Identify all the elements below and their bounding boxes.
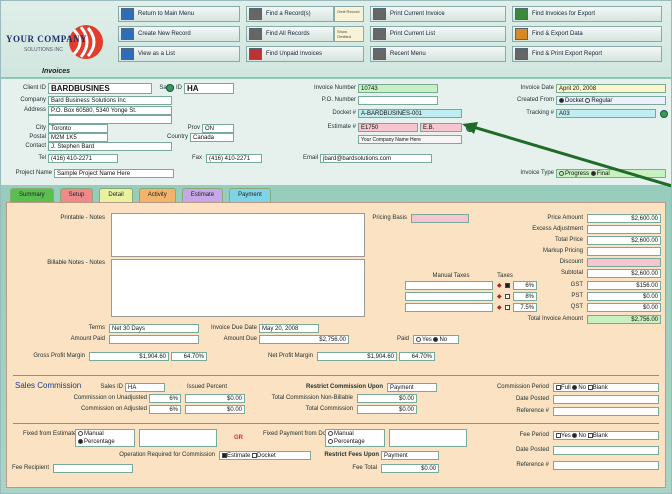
invoice-window: YOUR COMPANY SOLUTIONS INC Invoices Retu… [0, 0, 672, 494]
window-frame [0, 0, 672, 494]
